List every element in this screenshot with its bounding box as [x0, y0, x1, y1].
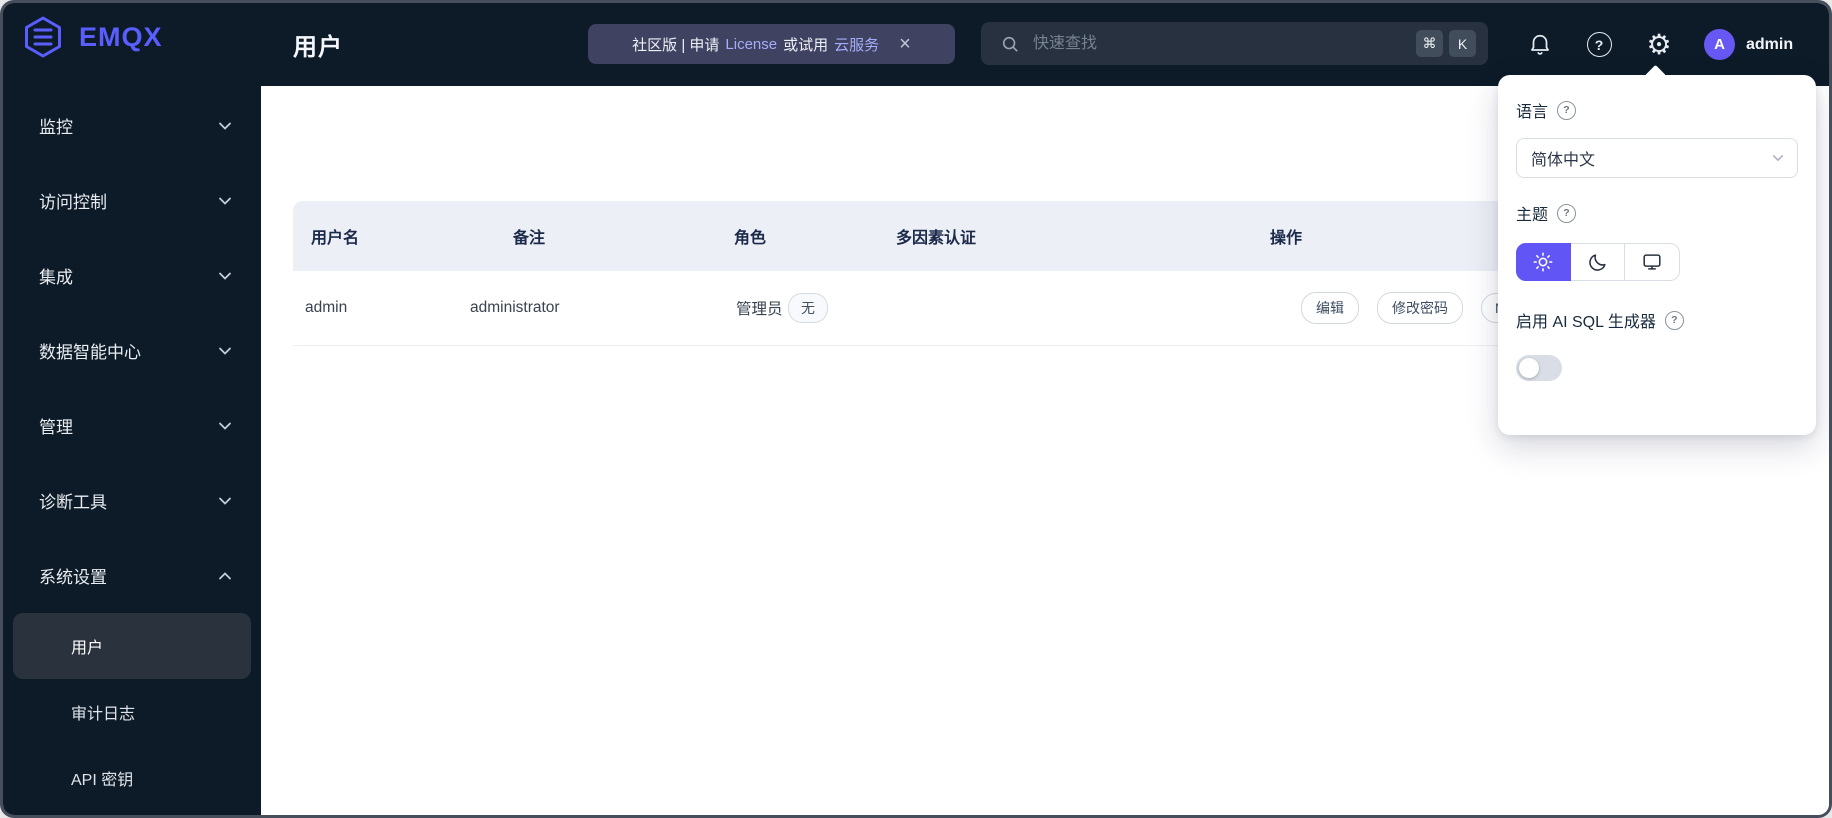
sidebar-subitem-label: 审计日志 [71, 706, 136, 723]
column-header-username: 用户名 [311, 230, 360, 247]
banner-text: 或试用 [783, 36, 829, 54]
sidebar-nav: 监控 访问控制 集成 数据智能中心 管理 诊断工具 系统设置 用户 审计日志 A… [3, 88, 261, 811]
theme-label: 主题 [1516, 207, 1549, 224]
column-header-mfa: 多因素认证 [896, 230, 977, 247]
column-header-note: 备注 [513, 230, 546, 247]
ai-sql-label-row: 启用 AI SQL 生成器 ? [1516, 309, 1798, 331]
top-header-bar: 用户 社区版 | 申请 License 或试用 云服务 × ⌘ K ? [3, 3, 1829, 86]
banner-text: 社区版 | 申请 [632, 36, 720, 54]
chevron-down-icon [219, 422, 231, 430]
command-key-badge: ⌘ [1416, 30, 1443, 57]
help-icon[interactable]: ? [1557, 100, 1577, 120]
theme-switcher [1516, 243, 1681, 281]
ai-sql-toggle[interactable] [1516, 355, 1562, 381]
language-label-row: 语言 ? [1516, 99, 1798, 121]
chevron-down-icon [219, 497, 231, 505]
quick-search[interactable]: ⌘ K [981, 22, 1488, 65]
sidebar-subitem-label: API 密钥 [71, 772, 134, 789]
sidebar-item-audit-log[interactable]: 审计日志 [3, 679, 261, 745]
sidebar-item-label: 访问控制 [39, 193, 107, 212]
sidebar-item-management[interactable]: 管理 [3, 388, 261, 463]
sidebar-item-label: 集成 [39, 268, 73, 287]
notifications-button[interactable] [1525, 3, 1555, 86]
sidebar: EMQX 监控 访问控制 集成 数据智能中心 管理 诊断工具 系统设置 用户 审… [3, 3, 261, 815]
sidebar-item-api-keys[interactable]: API 密钥 [3, 745, 261, 811]
emqx-logo-text: EMQX [79, 21, 163, 52]
banner-close-icon[interactable]: × [899, 34, 911, 54]
chevron-down-icon [219, 347, 231, 355]
theme-light-button[interactable] [1516, 243, 1571, 281]
language-select-value: 简体中文 [1531, 152, 1596, 169]
chevron-down-icon [219, 272, 231, 280]
language-label: 语言 [1516, 104, 1549, 121]
cell-username: admin [305, 299, 348, 316]
chevron-down-icon [219, 197, 231, 205]
language-select[interactable]: 简体中文 [1516, 138, 1798, 178]
chevron-up-icon [219, 571, 231, 579]
sidebar-item-label: 诊断工具 [39, 493, 107, 512]
sidebar-item-diagnostics[interactable]: 诊断工具 [3, 463, 261, 538]
gear-icon: ⚙ [1646, 28, 1672, 60]
current-user-name[interactable]: admin [1746, 3, 1793, 86]
sidebar-item-system-settings[interactable]: 系统设置 [3, 538, 261, 613]
search-icon [1002, 36, 1018, 52]
sidebar-item-label: 管理 [39, 418, 73, 437]
sidebar-item-label: 数据智能中心 [39, 343, 141, 362]
sun-icon [1533, 252, 1553, 272]
moon-icon [1588, 254, 1606, 271]
help-button[interactable]: ? [1586, 3, 1612, 86]
sidebar-item-integration[interactable]: 集成 [3, 238, 261, 313]
sidebar-item-users[interactable]: 用户 [13, 613, 251, 679]
theme-system-button[interactable] [1625, 243, 1681, 281]
sidebar-item-data-intelligence[interactable]: 数据智能中心 [3, 313, 261, 388]
license-banner: 社区版 | 申请 License 或试用 云服务 × [588, 24, 955, 64]
cell-mfa: 无 [788, 271, 828, 345]
chevron-down-icon [219, 122, 231, 130]
ai-sql-label: 启用 AI SQL 生成器 [1516, 314, 1656, 331]
help-icon: ? [1586, 32, 1612, 57]
sidebar-subitem-label: 用户 [71, 640, 104, 657]
theme-dark-button[interactable] [1570, 243, 1626, 281]
emqx-dashboard-window: 用户 社区版 | 申请 License 或试用 云服务 × ⌘ K ? [0, 0, 1832, 818]
emqx-hexagon-icon [25, 16, 61, 58]
edit-button[interactable]: 编辑 [1301, 292, 1359, 324]
license-link[interactable]: License [725, 36, 777, 53]
sidebar-item-label: 系统设置 [39, 568, 107, 587]
emqx-logo[interactable]: EMQX [21, 15, 163, 59]
column-header-role: 角色 [734, 230, 767, 247]
cloud-service-link[interactable]: 云服务 [834, 34, 879, 55]
page-title: 用户 [293, 34, 343, 61]
help-icon[interactable]: ? [1557, 203, 1577, 223]
search-input[interactable] [1031, 33, 1410, 54]
toggle-knob [1519, 358, 1539, 378]
cell-note: administrator [470, 299, 560, 316]
cell-role: 管理员 [736, 301, 783, 318]
settings-popup: 语言 ? 简体中文 主题 ? 启用 AI SQL 生成器 ? [1498, 64, 1816, 435]
mfa-none-badge: 无 [788, 293, 828, 323]
theme-label-row: 主题 ? [1516, 202, 1798, 224]
sidebar-item-monitoring[interactable]: 监控 [3, 88, 261, 163]
avatar[interactable]: A [1704, 29, 1735, 60]
monitor-icon [1643, 254, 1661, 270]
change-password-button[interactable]: 修改密码 [1377, 292, 1463, 324]
help-icon[interactable]: ? [1664, 310, 1684, 330]
chevron-down-icon [1772, 155, 1784, 162]
bell-icon [1531, 34, 1549, 55]
sidebar-item-label: 监控 [39, 118, 73, 137]
k-key-badge: K [1449, 30, 1476, 57]
sidebar-item-access-control[interactable]: 访问控制 [3, 163, 261, 238]
